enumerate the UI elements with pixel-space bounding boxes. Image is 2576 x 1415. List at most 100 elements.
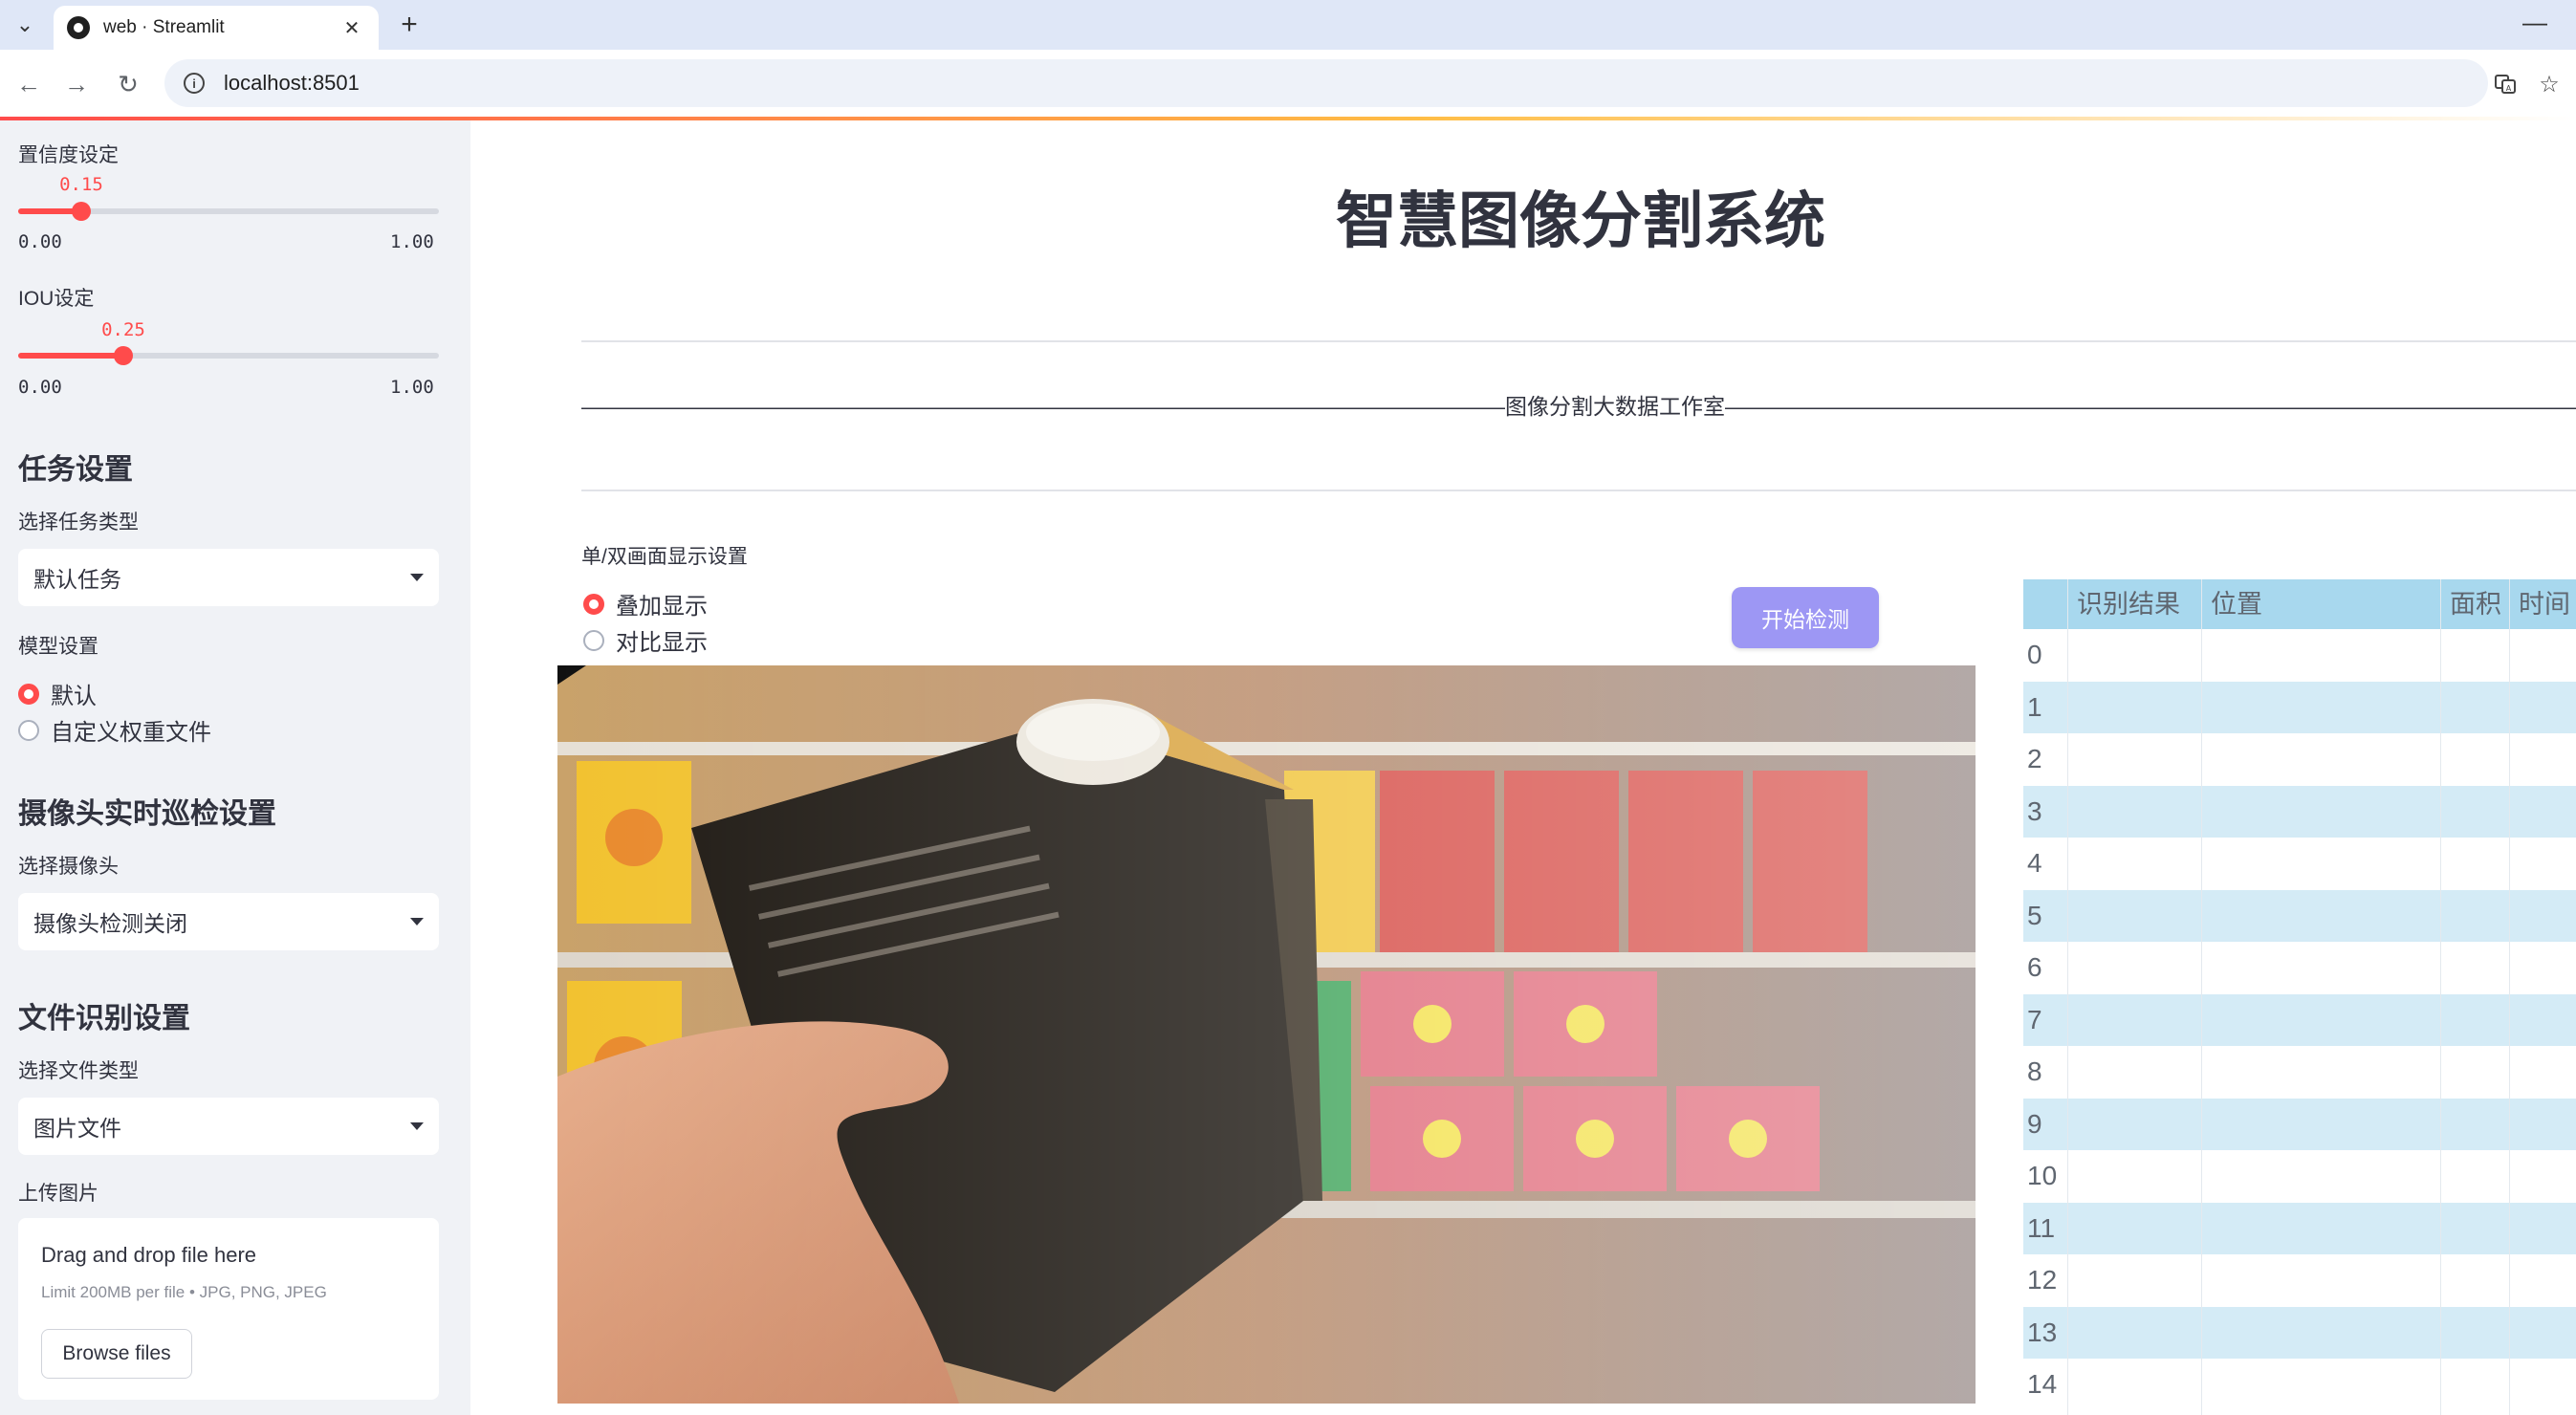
url-text: localhost:8501 — [224, 71, 360, 95]
address-bar[interactable]: i localhost:8501 — [164, 59, 2488, 107]
browser-tab[interactable]: web · Streamlit ✕ — [54, 6, 379, 50]
task-type-selected: 默认任务 — [33, 567, 121, 592]
row-index: 5 — [2027, 900, 2042, 930]
table-row[interactable]: 13 — [2023, 1306, 2576, 1359]
model-settings-label: 模型设置 — [18, 636, 98, 658]
task-type-select[interactable]: 默认任务 — [18, 549, 439, 606]
row-index: 3 — [2027, 795, 2042, 826]
radio-selected-icon — [18, 683, 39, 705]
back-arrow-icon[interactable]: ← — [11, 67, 46, 101]
file-settings-heading: 文件识别设置 — [18, 1003, 190, 1034]
table-row[interactable]: 10 — [2023, 1150, 2576, 1203]
model-option-default[interactable]: 默认 — [18, 677, 97, 710]
display-option-overlay-label: 叠加显示 — [616, 594, 708, 620]
table-header: 识别结果 位置 面积 时间 — [2023, 579, 2576, 629]
browser-tab-bar: ⌄ web · Streamlit ✕ + — — [0, 0, 2576, 50]
file-type-select[interactable]: 图片文件 — [18, 1098, 439, 1155]
dropzone-title: Drag and drop file here — [41, 1243, 257, 1267]
row-index: 11 — [2027, 1212, 2056, 1243]
svg-text:A: A — [2506, 84, 2512, 93]
bookmark-star-icon[interactable]: ☆ — [2532, 67, 2566, 101]
radio-selected-icon — [583, 593, 604, 615]
row-index: 6 — [2027, 952, 2042, 982]
table-row[interactable]: 2 — [2023, 733, 2576, 786]
table-row[interactable]: 12 — [2023, 1254, 2576, 1307]
results-table[interactable]: 识别结果 位置 面积 时间 0 1 2 3 4 5 6 7 8 9 10 11 12 13 14 — [2023, 579, 2576, 1415]
juice-carton-photo — [557, 665, 1976, 1404]
row-index: 7 — [2027, 1004, 2042, 1034]
start-detection-button[interactable]: 开始检测 — [1732, 587, 1879, 648]
row-index: 8 — [2027, 1056, 2042, 1086]
camera-select[interactable]: 摄像头检测关闭 — [18, 893, 439, 950]
column-divider — [2067, 579, 2068, 1415]
row-index: 4 — [2027, 848, 2042, 878]
row-index: 9 — [2027, 1108, 2042, 1139]
display-mode-label: 单/双画面显示设置 — [581, 546, 748, 568]
forward-arrow-icon[interactable]: → — [59, 67, 94, 101]
table-row[interactable]: 11 — [2023, 1202, 2576, 1254]
table-row[interactable]: 9 — [2023, 1098, 2576, 1150]
column-divider — [2201, 579, 2202, 1415]
column-divider — [2509, 579, 2510, 1415]
file-type-selected: 图片文件 — [33, 1116, 121, 1141]
task-settings-heading: 任务设置 — [18, 454, 133, 486]
model-option-default-label: 默认 — [51, 684, 97, 709]
browse-files-button[interactable]: Browse files — [41, 1329, 192, 1379]
row-index: 14 — [2027, 1369, 2058, 1399]
close-tab-icon[interactable]: ✕ — [338, 16, 365, 40]
table-row[interactable]: 1 — [2023, 681, 2576, 733]
table-row[interactable]: 0 — [2023, 629, 2576, 682]
browser-nav-bar: ← → ↻ i localhost:8501 A ☆ — [0, 50, 2576, 119]
radio-unselected-icon — [18, 719, 39, 741]
model-option-custom[interactable]: 自定义权重文件 — [18, 713, 211, 747]
new-tab-plus-icon[interactable]: + — [392, 8, 426, 42]
iou-slider-thumb[interactable] — [114, 346, 133, 365]
display-option-compare[interactable]: 对比显示 — [583, 623, 708, 657]
iou-label: IOU设定 — [18, 288, 95, 310]
column-divider — [2440, 579, 2441, 1415]
row-index: 12 — [2027, 1265, 2058, 1295]
chevron-down-icon — [410, 1122, 424, 1130]
segmentation-result-image — [557, 665, 1976, 1404]
camera-settings-heading: 摄像头实时巡检设置 — [18, 798, 276, 830]
row-index: 10 — [2027, 1161, 2058, 1190]
table-row[interactable]: 7 — [2023, 993, 2576, 1046]
sidebar: 置信度设定 0.15 0.00 1.00 IOU设定 0.25 0.00 1.0… — [0, 120, 470, 1415]
chevron-down-icon — [410, 574, 424, 581]
row-index: 0 — [2027, 640, 2042, 669]
table-row[interactable]: 5 — [2023, 889, 2576, 942]
file-type-label: 选择文件类型 — [18, 1060, 139, 1082]
translate-icon[interactable]: A — [2488, 67, 2522, 101]
divider — [581, 490, 2576, 491]
divider — [581, 340, 2576, 342]
window-minimize-icon[interactable]: — — [2522, 8, 2547, 37]
tab-search-chevron-icon[interactable]: ⌄ — [8, 8, 42, 42]
table-row[interactable]: 3 — [2023, 785, 2576, 838]
display-option-compare-label: 对比显示 — [616, 630, 708, 656]
row-index: 2 — [2027, 744, 2042, 773]
page-title: 智慧图像分割系统 — [1336, 186, 1825, 255]
site-info-icon[interactable]: i — [184, 73, 205, 94]
radio-unselected-icon — [583, 629, 604, 651]
table-row[interactable]: 4 — [2023, 838, 2576, 890]
file-dropzone[interactable]: Drag and drop file here Limit 200MB per … — [18, 1218, 439, 1400]
camera-select-label: 选择摄像头 — [18, 856, 119, 878]
table-row[interactable]: 6 — [2023, 942, 2576, 994]
chevron-down-icon — [410, 918, 424, 925]
model-option-custom-label: 自定义权重文件 — [51, 720, 211, 746]
studio-banner: ————————————————————————————————————————… — [581, 394, 2576, 419]
upload-label: 上传图片 — [18, 1183, 98, 1205]
iou-value: 0.25 — [101, 319, 145, 340]
display-option-overlay[interactable]: 叠加显示 — [583, 587, 708, 620]
reload-icon[interactable]: ↻ — [111, 67, 145, 101]
iou-slider[interactable] — [18, 346, 439, 365]
column-header-area[interactable]: 面积 — [2450, 579, 2501, 629]
column-header-position[interactable]: 位置 — [2211, 579, 2262, 629]
column-header-time[interactable]: 时间 — [2519, 579, 2570, 629]
tab-title: web · Streamlit — [103, 17, 225, 37]
row-index: 1 — [2027, 691, 2042, 722]
streamlit-favicon-icon — [67, 16, 90, 39]
column-header-result[interactable]: 识别结果 — [2077, 579, 2180, 629]
table-row[interactable]: 14 — [2023, 1359, 2576, 1411]
table-row[interactable]: 8 — [2023, 1046, 2576, 1099]
